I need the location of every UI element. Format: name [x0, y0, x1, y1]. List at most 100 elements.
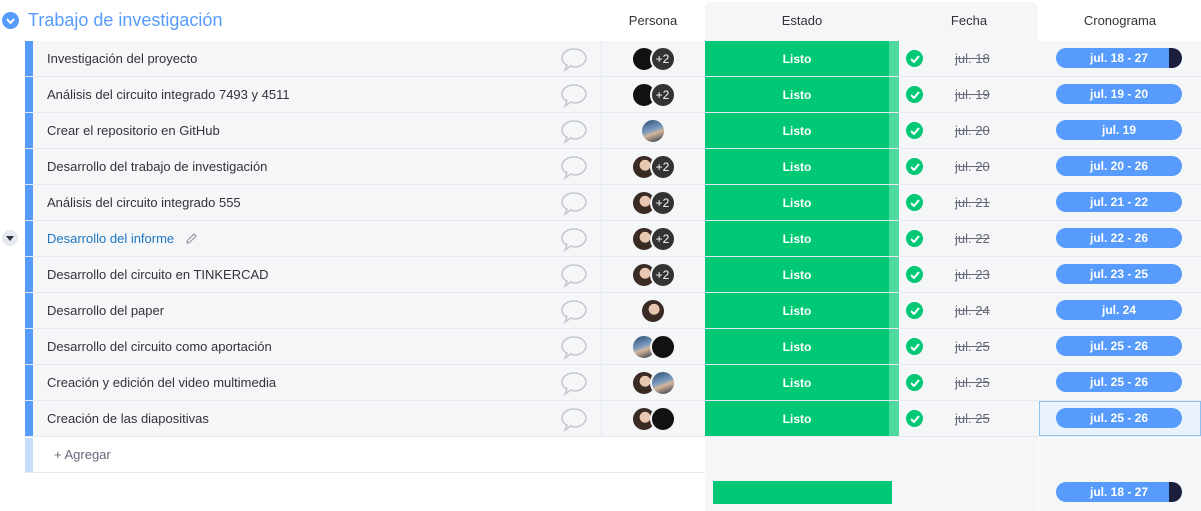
- persona-cell[interactable]: +2: [602, 41, 704, 76]
- timeline-cell[interactable]: jul. 25 - 26: [1039, 365, 1201, 400]
- table-row[interactable]: Desarrollo del informe +2 Listo jul. 22 …: [25, 221, 1201, 257]
- more-people-count[interactable]: +2: [649, 81, 676, 108]
- add-item-row[interactable]: + Agregar: [25, 438, 705, 473]
- more-people-count[interactable]: +2: [649, 189, 676, 216]
- add-item-label[interactable]: + Agregar: [54, 438, 111, 472]
- table-row[interactable]: Desarrollo del paper Listo jul. 24 jul. …: [25, 293, 1201, 329]
- date-cell[interactable]: jul. 21: [899, 185, 1038, 220]
- item-name[interactable]: Análisis del circuito integrado 555: [47, 185, 241, 220]
- status-cell[interactable]: Listo: [705, 365, 889, 400]
- status-cell[interactable]: Listo: [705, 257, 889, 292]
- more-people-count[interactable]: +2: [649, 45, 676, 72]
- timeline-cell[interactable]: jul. 20 - 26: [1039, 149, 1201, 184]
- table-row[interactable]: Desarrollo del circuito como aportación …: [25, 329, 1201, 365]
- column-header-estado[interactable]: Estado: [705, 0, 899, 41]
- status-cell[interactable]: Listo: [705, 401, 889, 436]
- persona-cell[interactable]: +2: [602, 149, 704, 184]
- table-row[interactable]: Análisis del circuito integrado 7493 y 4…: [25, 77, 1201, 113]
- more-people-count[interactable]: +2: [649, 153, 676, 180]
- date-cell[interactable]: jul. 25: [899, 329, 1038, 364]
- timeline-cell[interactable]: jul. 22 - 26: [1039, 221, 1201, 256]
- timeline-pill[interactable]: jul. 20 - 26: [1056, 156, 1182, 176]
- person-avatar[interactable]: [649, 333, 676, 360]
- status-cell[interactable]: Listo: [705, 329, 889, 364]
- timeline-cell[interactable]: jul. 19 - 20: [1039, 77, 1201, 112]
- item-name[interactable]: Desarrollo del paper: [47, 293, 164, 328]
- item-name[interactable]: Creación y edición del video multimedia: [47, 365, 276, 400]
- table-row[interactable]: Análisis del circuito integrado 555 +2 L…: [25, 185, 1201, 221]
- item-name[interactable]: Investigación del proyecto: [47, 41, 197, 76]
- timeline-pill[interactable]: jul. 22 - 26: [1056, 228, 1182, 248]
- group-title[interactable]: Trabajo de investigación: [28, 8, 222, 32]
- persona-cell[interactable]: +2: [602, 257, 704, 292]
- status-cell[interactable]: Listo: [705, 77, 889, 112]
- updates-bubble-icon[interactable]: [560, 298, 588, 324]
- updates-bubble-icon[interactable]: [560, 370, 588, 396]
- persona-cell[interactable]: [602, 329, 704, 364]
- item-name[interactable]: Análisis del circuito integrado 7493 y 4…: [47, 77, 290, 112]
- date-cell[interactable]: jul. 23: [899, 257, 1038, 292]
- table-row[interactable]: Creación de las diapositivas Listo jul. …: [25, 401, 1201, 437]
- item-name[interactable]: Desarrollo del trabajo de investigación: [47, 149, 267, 184]
- column-header-cronograma[interactable]: Cronograma: [1039, 0, 1201, 41]
- edit-pencil-icon[interactable]: [185, 232, 198, 245]
- updates-bubble-icon[interactable]: [560, 82, 588, 108]
- updates-bubble-icon[interactable]: [560, 262, 588, 288]
- date-cell[interactable]: jul. 18: [899, 41, 1038, 76]
- item-name[interactable]: Desarrollo del informe: [47, 221, 174, 256]
- group-collapse-toggle[interactable]: [2, 12, 19, 29]
- date-cell[interactable]: jul. 19: [899, 77, 1038, 112]
- timeline-cell[interactable]: jul. 23 - 25: [1039, 257, 1201, 292]
- updates-bubble-icon[interactable]: [560, 226, 588, 252]
- persona-cell[interactable]: [602, 401, 704, 436]
- item-name[interactable]: Creación de las diapositivas: [47, 401, 209, 436]
- person-avatar[interactable]: [649, 369, 676, 396]
- persona-cell[interactable]: [602, 293, 704, 328]
- timeline-cell[interactable]: jul. 24: [1039, 293, 1201, 328]
- timeline-pill[interactable]: jul. 18 - 27: [1056, 48, 1182, 68]
- more-people-count[interactable]: +2: [649, 261, 676, 288]
- timeline-cell[interactable]: jul. 18 - 27: [1039, 41, 1201, 76]
- persona-cell[interactable]: [602, 365, 704, 400]
- timeline-pill[interactable]: jul. 25 - 26: [1056, 372, 1182, 392]
- date-cell[interactable]: jul. 20: [899, 113, 1038, 148]
- timeline-pill[interactable]: jul. 25 - 26: [1056, 408, 1182, 428]
- updates-bubble-icon[interactable]: [560, 334, 588, 360]
- column-header-persona[interactable]: Persona: [602, 0, 704, 41]
- date-cell[interactable]: jul. 20: [899, 149, 1038, 184]
- timeline-pill[interactable]: jul. 19: [1056, 120, 1182, 140]
- updates-bubble-icon[interactable]: [560, 46, 588, 72]
- date-cell[interactable]: jul. 24: [899, 293, 1038, 328]
- updates-bubble-icon[interactable]: [560, 154, 588, 180]
- status-cell[interactable]: Listo: [705, 293, 889, 328]
- timeline-cell[interactable]: jul. 25 - 26: [1039, 329, 1201, 364]
- table-row[interactable]: Investigación del proyecto +2 Listo jul.…: [25, 41, 1201, 77]
- date-cell[interactable]: jul. 25: [899, 401, 1038, 436]
- persona-cell[interactable]: +2: [602, 77, 704, 112]
- person-avatar[interactable]: [640, 297, 666, 324]
- item-name[interactable]: Desarrollo del circuito como aportación: [47, 329, 272, 364]
- status-cell[interactable]: Listo: [705, 113, 889, 148]
- timeline-pill[interactable]: jul. 19 - 20: [1056, 84, 1182, 104]
- status-cell[interactable]: Listo: [705, 185, 889, 220]
- timeline-pill[interactable]: jul. 25 - 26: [1056, 336, 1182, 356]
- date-cell[interactable]: jul. 22: [899, 221, 1038, 256]
- date-cell[interactable]: jul. 25: [899, 365, 1038, 400]
- table-row[interactable]: Crear el repositorio en GitHub Listo jul…: [25, 113, 1201, 149]
- table-row[interactable]: Creación y edición del video multimedia …: [25, 365, 1201, 401]
- status-cell[interactable]: Listo: [705, 149, 889, 184]
- persona-cell[interactable]: +2: [602, 221, 704, 256]
- updates-bubble-icon[interactable]: [560, 406, 588, 432]
- table-row[interactable]: Desarrollo del circuito en TINKERCAD +2 …: [25, 257, 1201, 293]
- updates-bubble-icon[interactable]: [560, 190, 588, 216]
- person-avatar[interactable]: [640, 117, 666, 144]
- status-cell[interactable]: Listo: [705, 41, 889, 76]
- table-row[interactable]: Desarrollo del trabajo de investigación …: [25, 149, 1201, 185]
- item-name[interactable]: Desarrollo del circuito en TINKERCAD: [47, 257, 269, 292]
- more-people-count[interactable]: +2: [649, 225, 676, 252]
- timeline-pill[interactable]: jul. 23 - 25: [1056, 264, 1182, 284]
- timeline-cell[interactable]: jul. 25 - 26: [1039, 401, 1201, 436]
- timeline-cell[interactable]: jul. 21 - 22: [1039, 185, 1201, 220]
- row-expand-toggle[interactable]: [2, 230, 18, 246]
- item-name[interactable]: Crear el repositorio en GitHub: [47, 113, 220, 148]
